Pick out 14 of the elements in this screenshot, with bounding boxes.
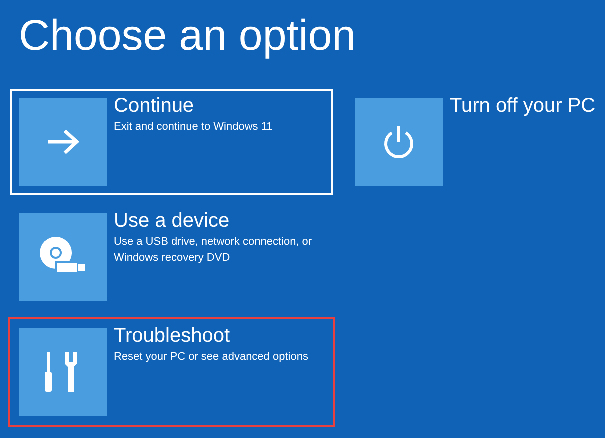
option-title: Use a device [114, 209, 230, 234]
arrow-icon [46, 129, 80, 155]
option-title: Troubleshoot [114, 324, 230, 349]
option-tile[interactable]: Turn off your PC [346, 89, 596, 195]
option-tile[interactable]: Use a device Use a USB drive, network connection, or Windows recovery DVD [10, 204, 333, 310]
option-title: Continue [114, 94, 194, 119]
option-description: Exit and continue to Windows 11 [114, 120, 274, 135]
option-title: Turn off your PC [450, 94, 596, 119]
option-tile[interactable]: Troubleshoot Reset your PC or see advanced options [10, 319, 333, 425]
option-description: Reset your PC or see advanced options [114, 350, 310, 365]
power-icon [382, 124, 416, 160]
page-title: Choose an option [19, 11, 356, 62]
option-description: Use a USB drive, network connection, or Windows recovery DVD [114, 235, 314, 266]
option-tile[interactable]: Continue Exit and continue to Windows 11 [10, 89, 333, 195]
